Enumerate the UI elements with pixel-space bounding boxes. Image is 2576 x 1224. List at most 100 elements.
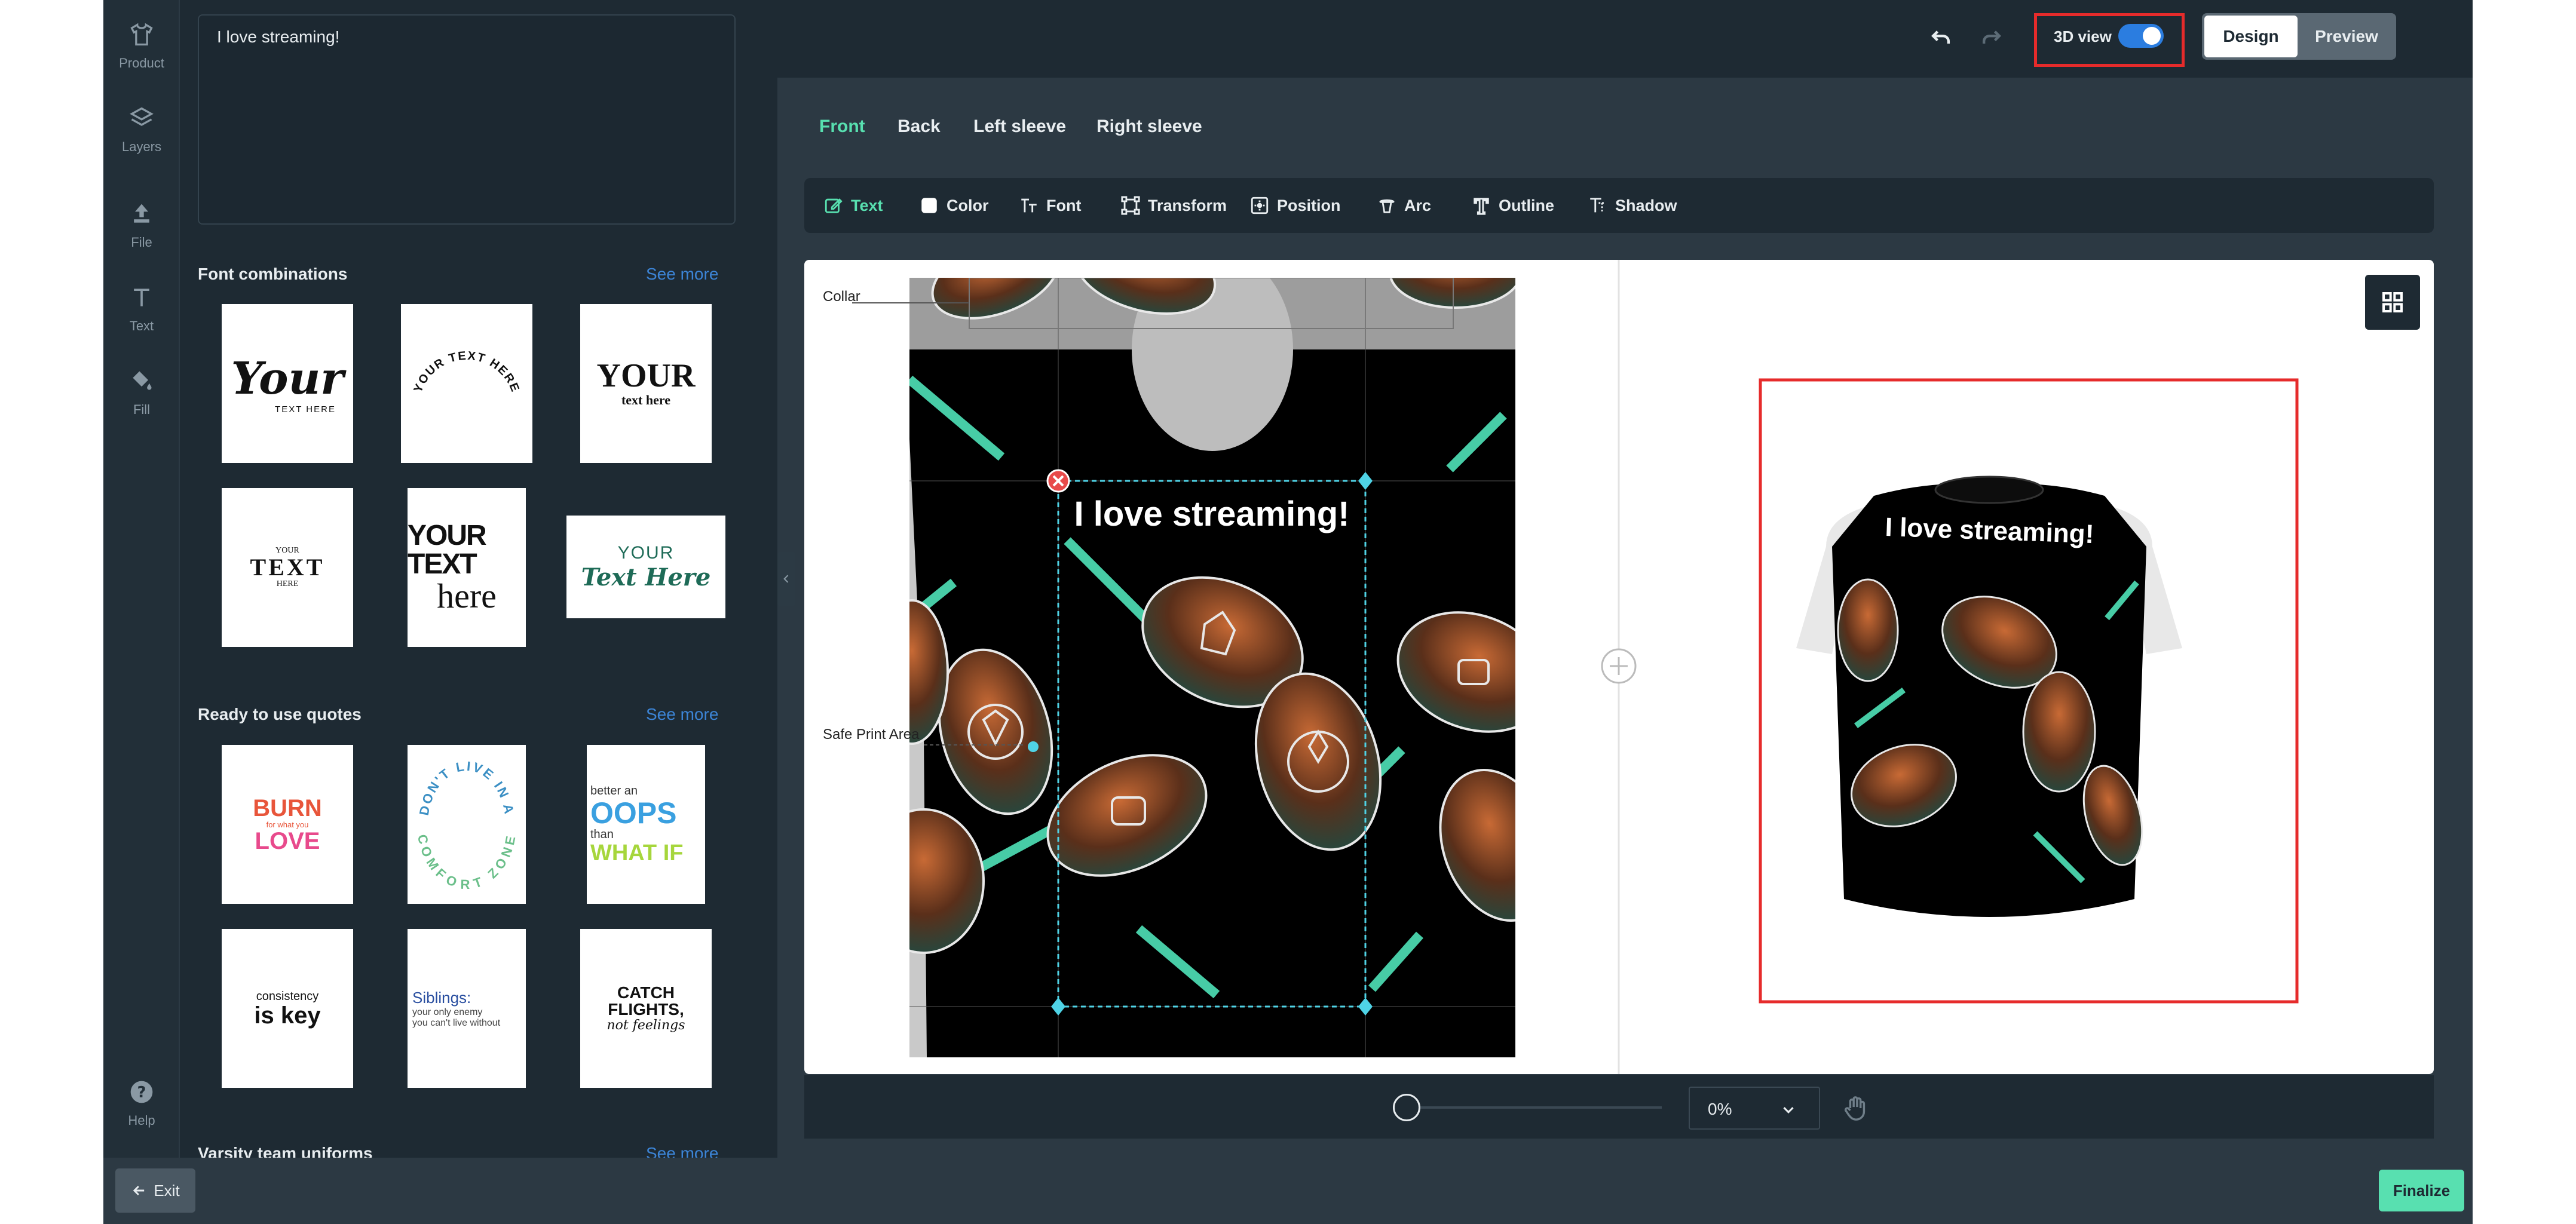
redo-icon[interactable]: [1978, 24, 2005, 50]
varsity-see-more-link[interactable]: See more: [646, 1144, 718, 1158]
design-preview-switch: Design Preview: [2202, 13, 2396, 60]
footer-bar: Exit Finalize: [103, 1158, 2473, 1224]
sidebar-item-product[interactable]: Product: [103, 0, 180, 70]
sidebar-item-text[interactable]: Text: [103, 263, 180, 333]
exit-button[interactable]: Exit: [115, 1168, 195, 1213]
design-canvas: I love streaming! I love streaming! Coll…: [804, 260, 2434, 1074]
tool-label: Position: [1277, 196, 1341, 214]
undo-icon[interactable]: [1928, 24, 1954, 50]
tool-font[interactable]: Font: [1019, 178, 1081, 233]
quote-card[interactable]: DON'T LIVE IN A COMFORT ZONE: [408, 745, 526, 904]
quote-text: your only enemy: [412, 1007, 483, 1017]
tab-left-sleeve[interactable]: Left sleeve: [973, 116, 1066, 137]
font-icon: [1021, 198, 1037, 213]
tool-label: Color: [947, 196, 989, 214]
font-combination-text: YOUR: [617, 542, 675, 563]
font-combination-subtext: TEXT HERE: [275, 404, 336, 415]
sidebar-item-file[interactable]: File: [103, 179, 180, 250]
quote-card[interactable]: Siblings: your only enemy you can't live…: [408, 929, 526, 1088]
font-combination-card[interactable]: YOUR TEXT HERE: [401, 304, 532, 463]
grid-icon: [2382, 292, 2403, 312]
tool-label: Shadow: [1615, 196, 1677, 214]
font-combination-text: TEXT: [250, 554, 325, 581]
tool-arc[interactable]: Arc: [1377, 178, 1431, 233]
quote-text: not feelings: [607, 1017, 685, 1033]
quote-card[interactable]: better an OOPS than WHAT IF: [587, 745, 705, 904]
help-icon: ?: [130, 1081, 153, 1103]
tool-shadow[interactable]: Shadow: [1588, 178, 1677, 233]
font-combination-text: YOUR TEXT: [408, 520, 487, 580]
app-window: Product Layers File Text Fill ? Help I l…: [103, 0, 2473, 1224]
layers-icon: [130, 107, 154, 126]
preview-button[interactable]: Preview: [2300, 16, 2393, 57]
pattern-artwork: [909, 278, 1515, 1057]
chevron-left-icon: [783, 575, 789, 583]
text-input[interactable]: I love streaming!: [198, 14, 736, 225]
quotes-title: Ready to use quotes: [198, 705, 362, 723]
font-combination-subtext: HERE: [276, 579, 299, 588]
tab-right-sleeve[interactable]: Right sleeve: [1096, 116, 1202, 137]
quote-card[interactable]: consistency is key: [222, 929, 353, 1088]
hand-pan-icon[interactable]: [1842, 1094, 1870, 1122]
tool-label: Transform: [1148, 196, 1227, 214]
sidebar-item-label: Help: [128, 1113, 155, 1128]
quote-text: OOPS: [590, 796, 677, 830]
tool-label: Outline: [1499, 196, 1554, 214]
3d-view-toggle[interactable]: [2118, 24, 2164, 48]
tab-back[interactable]: Back: [898, 116, 941, 137]
editor-main: 3D view Design Preview Front Back Left s…: [777, 0, 2473, 1158]
tool-label: Arc: [1404, 196, 1432, 214]
font-combination-subtext: text here: [621, 392, 671, 407]
tool-position[interactable]: Position: [1249, 178, 1341, 233]
design-button[interactable]: Design: [2204, 16, 2298, 57]
tool-outline[interactable]: Outline: [1471, 178, 1554, 233]
position-icon: [1251, 197, 1269, 214]
sidebar-item-label: Product: [119, 56, 164, 70]
svg-text:YOUR TEXT HERE: YOUR TEXT HERE: [411, 349, 522, 395]
zoom-value: 0%: [1708, 1100, 1732, 1118]
shadow-icon: [1590, 198, 1606, 213]
sidebar-item-label: Layers: [121, 139, 162, 154]
sidebar-item-fill[interactable]: Fill: [103, 346, 180, 417]
font-combination-card[interactable]: YOUR Text Here: [566, 516, 725, 618]
quotes-see-more-link[interactable]: See more: [646, 705, 718, 724]
font-combination-card[interactable]: YOUR TEXT here: [408, 488, 526, 647]
zoom-slider-track[interactable]: [1405, 1106, 1662, 1109]
font-combination-card[interactable]: YOUR TEXT HERE: [222, 488, 353, 647]
font-combinations-see-more-link[interactable]: See more: [646, 265, 718, 284]
font-combination-card[interactable]: Your TEXT HERE: [222, 304, 353, 463]
zoom-slider-thumb[interactable]: [1393, 1094, 1420, 1121]
zoom-select[interactable]: 0%: [1689, 1087, 1820, 1130]
quote-card[interactable]: BURN for what you LOVE: [222, 745, 353, 904]
transform-icon: [1121, 196, 1140, 215]
tool-text[interactable]: Text: [823, 178, 883, 233]
svg-text:?: ?: [137, 1084, 146, 1102]
collapse-panel-button[interactable]: [777, 552, 795, 606]
sidebar-item-help[interactable]: ? Help: [103, 1057, 180, 1128]
text-icon: [134, 289, 149, 306]
tab-front[interactable]: Front: [819, 116, 865, 137]
font-combination-card[interactable]: YOUR text here: [580, 304, 712, 463]
font-combinations-title: Font combinations: [198, 265, 348, 283]
finalize-button[interactable]: Finalize: [2379, 1170, 2464, 1211]
shirt-icon: [130, 23, 153, 46]
text-toolbar: Text Color Font Transform Position Arc O…: [804, 178, 2434, 233]
sidebar-item-layers[interactable]: Layers: [103, 84, 180, 154]
chevron-down-icon: [1783, 1107, 1794, 1113]
svg-text:DON'T LIVE IN A: DON'T LIVE IN A: [416, 759, 517, 817]
font-combination-text: YOUR: [596, 357, 696, 394]
tool-color[interactable]: Color: [919, 178, 989, 233]
tool-transform[interactable]: Transform: [1120, 178, 1227, 233]
quote-text: consistency: [256, 989, 319, 1003]
layout-toggle-button[interactable]: [2365, 275, 2420, 330]
svg-text:COMFORT ZONE: COMFORT ZONE: [415, 833, 519, 892]
quote-text: is key: [254, 1002, 321, 1029]
font-combination-text: here: [437, 576, 497, 615]
quote-text: than: [590, 828, 614, 841]
text-panel: I love streaming! Font combinations See …: [180, 0, 862, 1158]
tool-label: Font: [1046, 196, 1082, 214]
sidebar-item-label: Fill: [133, 402, 151, 417]
sidebar-item-label: File: [131, 235, 152, 250]
sidebar-item-label: Text: [129, 318, 154, 333]
quote-card[interactable]: CATCH FLIGHTS, not feelings: [580, 929, 712, 1088]
